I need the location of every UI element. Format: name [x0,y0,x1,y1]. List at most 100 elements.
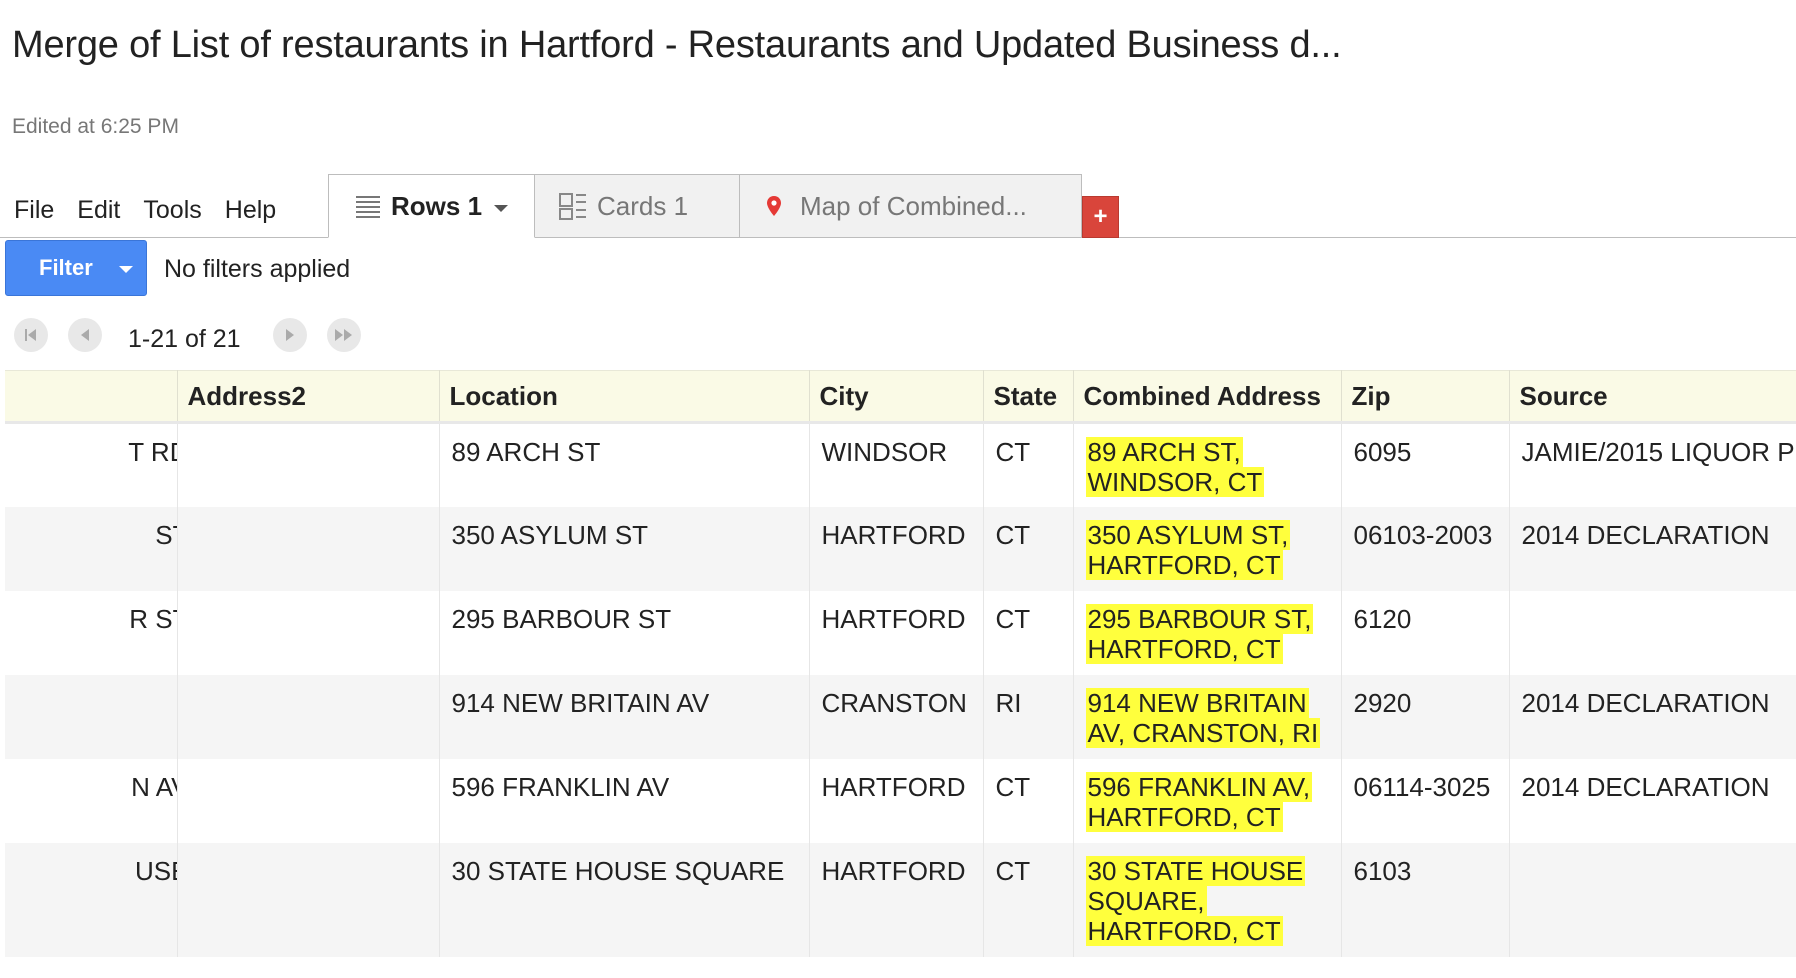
tab-cards-label: Cards 1 [597,190,689,221]
cell-city[interactable]: WINDSOR [809,422,984,507]
cell-city[interactable]: HARTFORD [809,590,984,675]
list-rows-icon [355,194,381,218]
column-header-city[interactable]: City [809,370,984,424]
last-page-icon[interactable] [327,318,361,352]
cell-address-text: ST [155,519,176,550]
cell-address2[interactable] [177,590,440,675]
cell-zip[interactable]: 6120 [1341,590,1510,675]
cell-combined-address[interactable]: 295 BARBOUR ST, HARTFORD, CT [1073,590,1342,675]
cell-city[interactable]: HARTFORD [809,506,984,591]
cell-location[interactable]: 295 BARBOUR ST [439,590,810,675]
column-header-combined-address[interactable]: Combined Address [1073,370,1342,424]
cell-address2[interactable] [177,842,440,957]
cell-city[interactable]: HARTFORD [809,758,984,843]
cell-address2[interactable] [177,506,440,591]
combined-address-highlight: 295 BARBOUR ST, HARTFORD, CT [1085,603,1314,664]
chevron-down-icon[interactable] [494,204,509,212]
cell-address[interactable]: T RD [5,422,178,507]
cell-city[interactable]: HARTFORD [809,842,984,957]
menu-bar: File Edit Tools Help [14,196,299,225]
combined-address-highlight: 350 ASYLUM ST, HARTFORD, CT [1085,519,1291,580]
filter-status: No filters applied [164,255,351,283]
column-header-address[interactable] [5,370,178,424]
cell-location[interactable]: 350 ASYLUM ST [439,506,810,591]
cell-address[interactable]: R ST [5,590,178,675]
cell-source[interactable]: JAMIE/2015 LIQUOR P [1509,422,1796,507]
cell-zip[interactable]: 6103 [1341,842,1510,957]
combined-address-highlight: 89 ARCH ST, WINDSOR, CT [1085,437,1265,497]
cell-location[interactable]: 89 ARCH ST [439,422,810,507]
cell-source[interactable]: 2014 DECLARATION [1509,674,1796,759]
column-header-source[interactable]: Source [1509,370,1796,424]
cell-state[interactable]: RI [983,674,1074,759]
edited-status: Edited at 6:25 PM [12,115,179,138]
cell-address2[interactable] [177,674,440,759]
cell-address-text: USE [135,855,176,886]
cell-zip[interactable]: 06103-2003 [1341,506,1510,591]
menu-tools[interactable]: Tools [143,196,201,225]
cell-location[interactable]: 914 NEW BRITAIN AV [439,674,810,759]
table-row[interactable]: 914 NEW BRITAIN AV CRANSTON RI 914 NEW B… [5,674,1796,759]
combined-address-highlight: 596 FRANKLIN AV, HARTFORD, CT [1085,771,1313,832]
data-table: Address2 Location City State Combined Ad… [5,370,1796,957]
first-page-icon[interactable] [14,318,48,352]
cards-icon [559,192,587,220]
column-header-state[interactable]: State [983,370,1074,424]
chevron-down-icon [118,266,133,273]
cell-zip[interactable]: 6095 [1341,422,1510,507]
menu-help[interactable]: Help [225,196,276,225]
filter-button-label: Filter [39,255,93,280]
tab-map[interactable]: Map of Combined... [739,174,1082,238]
cell-address[interactable] [5,674,178,759]
cell-zip[interactable]: 06114-3025 [1341,758,1510,843]
table-row[interactable]: ST 350 ASYLUM ST HARTFORD CT 350 ASYLUM … [5,506,1796,591]
table-row[interactable]: USE 30 STATE HOUSE SQUARE HARTFORD CT 30… [5,842,1796,957]
cell-address-text: N AV [131,771,176,802]
cell-location[interactable]: 30 STATE HOUSE SQUARE [439,842,810,957]
cell-address[interactable]: ST [5,506,178,591]
cell-combined-address[interactable]: 89 ARCH ST, WINDSOR, CT [1073,422,1342,507]
cell-address-text: R ST [129,603,176,634]
cell-combined-address[interactable]: 30 STATE HOUSE SQUARE, HARTFORD, CT [1073,842,1342,957]
cell-address2[interactable] [177,422,440,507]
menu-file[interactable]: File [14,196,54,225]
cell-zip[interactable]: 2920 [1341,674,1510,759]
table-row[interactable]: R ST 295 BARBOUR ST HARTFORD CT 295 BARB… [5,590,1796,675]
cell-address-text: T RD [128,437,176,467]
cell-city[interactable]: CRANSTON [809,674,984,759]
cell-address2[interactable] [177,758,440,843]
column-header-location[interactable]: Location [439,370,810,424]
cell-source[interactable]: 2014 DECLARATION [1509,506,1796,591]
tab-rows[interactable]: Rows 1 [328,174,535,238]
cell-source[interactable] [1509,590,1796,675]
cell-combined-address[interactable]: 914 NEW BRITAIN AV, CRANSTON, RI [1073,674,1342,759]
cell-address[interactable]: N AV [5,758,178,843]
tab-map-label: Map of Combined... [800,190,1027,221]
cell-source[interactable]: 2014 DECLARATION [1509,758,1796,843]
cell-state[interactable]: CT [983,422,1074,507]
tab-cards[interactable]: Cards 1 [534,174,740,238]
table-row[interactable]: T RD 89 ARCH ST WINDSOR CT 89 ARCH ST, W… [5,422,1796,507]
cell-combined-address[interactable]: 596 FRANKLIN AV, HARTFORD, CT [1073,758,1342,843]
map-pin-icon [766,195,782,217]
column-header-zip[interactable]: Zip [1341,370,1510,424]
filter-button[interactable]: Filter [5,240,147,296]
cell-state[interactable]: CT [983,758,1074,843]
table-row[interactable]: N AV 596 FRANKLIN AV HARTFORD CT 596 FRA… [5,758,1796,843]
cell-address[interactable]: USE [5,842,178,957]
cell-state[interactable]: CT [983,842,1074,957]
cell-state[interactable]: CT [983,590,1074,675]
prev-page-icon[interactable] [68,318,102,352]
cell-location[interactable]: 596 FRANKLIN AV [439,758,810,843]
next-page-icon[interactable] [273,318,307,352]
column-header-address2[interactable]: Address2 [177,370,440,424]
cell-source[interactable] [1509,842,1796,957]
add-tab-button[interactable]: + [1082,196,1119,238]
page-range: 1-21 of 21 [128,325,241,353]
combined-address-highlight: 30 STATE HOUSE SQUARE, HARTFORD, CT [1085,855,1306,946]
menu-edit[interactable]: Edit [77,196,120,225]
cell-state[interactable]: CT [983,506,1074,591]
cell-combined-address[interactable]: 350 ASYLUM ST, HARTFORD, CT [1073,506,1342,591]
document-title: Merge of List of restaurants in Hartford… [12,24,1342,66]
tab-rows-label: Rows 1 [391,190,483,221]
